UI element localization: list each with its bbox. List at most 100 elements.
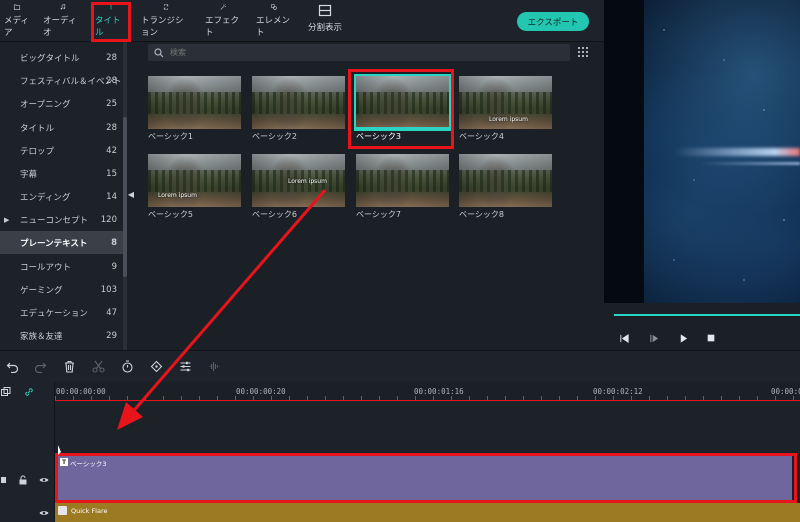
category-item-big-title[interactable]: ビッグタイトル 28 xyxy=(0,46,124,69)
ruler-label: 00:00:02:12 xyxy=(593,387,643,396)
category-label: オープニング xyxy=(20,99,71,110)
tool-media-label: メディア xyxy=(4,16,29,38)
category-item-title[interactable]: タイトル 28 xyxy=(0,116,124,139)
add-track-icon[interactable] xyxy=(0,386,11,397)
lock-icon[interactable] xyxy=(17,474,28,485)
title-thumbnail[interactable] xyxy=(252,76,345,129)
title-thumbnail[interactable]: Lorem ipsum xyxy=(252,154,345,207)
preview-progress-bar[interactable] xyxy=(614,314,800,316)
category-item-family-friends[interactable]: 家族＆友達 29 xyxy=(0,324,124,347)
effect-clip[interactable] xyxy=(55,503,800,522)
tool-transitions[interactable]: トランジション xyxy=(141,4,191,38)
title-thumbnail[interactable] xyxy=(356,154,449,207)
music-note-icon xyxy=(60,4,66,10)
delete-icon[interactable] xyxy=(62,359,76,373)
tool-effects[interactable]: エフェクト xyxy=(205,4,241,38)
category-count: 8 xyxy=(111,237,117,248)
title-clip[interactable] xyxy=(58,456,792,500)
category-label: コールアウト xyxy=(20,262,72,273)
grid-view-icon[interactable] xyxy=(578,47,588,57)
thumbnail-overlay-text: Lorem ipsum xyxy=(158,192,197,199)
link-icon[interactable] xyxy=(23,386,34,397)
timer-icon[interactable] xyxy=(120,359,134,373)
title-clip-label: ベーシック3 xyxy=(70,460,107,468)
folder-icon xyxy=(13,4,21,10)
effect-clip-icon xyxy=(58,506,67,515)
title-thumbnail[interactable] xyxy=(459,154,552,207)
category-label: エデュケーション xyxy=(20,308,88,319)
text-t-icon xyxy=(108,4,114,10)
category-count: 47 xyxy=(106,307,117,318)
category-item-festival[interactable]: フェスティバル＆イベント 28 xyxy=(0,69,124,92)
category-label: ビッグタイトル xyxy=(20,53,80,64)
category-label: エンディング xyxy=(20,192,71,203)
category-item-callout[interactable]: コールアウト 9 xyxy=(0,255,124,278)
tool-split-label: 分割表示 xyxy=(307,23,342,33)
track-header-panel xyxy=(0,382,55,522)
undo-icon[interactable] xyxy=(5,359,19,373)
tool-media[interactable]: メディア xyxy=(4,4,30,38)
category-item-ending[interactable]: エンディング 14 xyxy=(0,185,124,208)
category-label: プレーンテキスト xyxy=(20,238,88,249)
category-item-gaming[interactable]: ゲーミング 103 xyxy=(0,278,124,301)
title-thumbnail[interactable] xyxy=(148,76,241,129)
title-thumbnail[interactable]: Lorem ipsum xyxy=(148,154,241,207)
title-thumbnail[interactable]: Lorem ipsum xyxy=(459,76,552,129)
audio-wave-icon[interactable] xyxy=(207,359,221,373)
tool-split-screen[interactable]: 分割表示 xyxy=(306,4,344,38)
search-icon xyxy=(154,47,164,57)
tool-titles[interactable]: タイトル xyxy=(95,4,127,38)
eye-icon[interactable] xyxy=(38,507,49,518)
collapse-panel-icon[interactable]: ◀ xyxy=(126,187,136,201)
empty-track[interactable] xyxy=(55,401,800,451)
preview-viewer xyxy=(604,0,800,303)
export-button[interactable]: エクスポート xyxy=(517,12,589,31)
category-count: 28 xyxy=(106,75,117,86)
search-input[interactable] xyxy=(170,48,550,57)
category-count: 25 xyxy=(106,98,117,109)
category-item-subtitles[interactable]: 字幕 15 xyxy=(0,162,124,185)
ruler-label: 00:00:00:20 xyxy=(236,387,286,396)
title-thumbnail-selected[interactable] xyxy=(354,74,451,131)
category-item-telop[interactable]: テロップ 42 xyxy=(0,139,124,162)
tool-elements-label: エレメント xyxy=(256,16,291,38)
category-count: 120 xyxy=(100,214,117,225)
tool-audio-label: オーディオ xyxy=(43,16,77,38)
category-count: 28 xyxy=(106,52,117,63)
thumbnail-label: ベーシック8 xyxy=(459,210,504,219)
stop-icon[interactable] xyxy=(705,332,717,344)
category-label: ゲーミング xyxy=(20,285,63,296)
elements-icon xyxy=(271,4,277,10)
transition-icon xyxy=(163,4,169,10)
play-icon[interactable] xyxy=(677,332,689,344)
category-item-plain-text[interactable]: プレーンテキスト 8 xyxy=(0,231,124,254)
tool-audio[interactable]: オーディオ xyxy=(43,4,83,38)
tool-titles-label: タイトル xyxy=(95,16,121,38)
category-item-new-concept[interactable]: ▶ ニューコンセプト 120 xyxy=(0,208,124,231)
category-count: 9 xyxy=(111,261,117,272)
step-back-icon[interactable] xyxy=(618,332,630,344)
text-t-icon: T xyxy=(60,458,68,466)
category-item-opening[interactable]: オープニング 25 xyxy=(0,92,124,115)
category-panel: ビッグタイトル 28 フェスティバル＆イベント 28 オープニング 25 タイトル 28… xyxy=(0,42,124,350)
expand-arrow-icon[interactable]: ▶ xyxy=(4,216,9,224)
thumbnail-label: ベーシック2 xyxy=(252,132,297,141)
search-bar[interactable] xyxy=(148,44,570,61)
category-item-education[interactable]: エデュケーション 47 xyxy=(0,301,124,324)
adjust-icon[interactable] xyxy=(178,359,192,373)
redo-icon[interactable] xyxy=(33,359,47,373)
tool-elements[interactable]: エレメント xyxy=(256,4,292,38)
ruler-label: 00:00:01:16 xyxy=(414,387,464,396)
scissors-icon[interactable] xyxy=(91,359,105,373)
thumbnail-label: ベーシック6 xyxy=(252,210,297,219)
selection-bar xyxy=(356,127,449,129)
category-count: 15 xyxy=(106,168,117,179)
thumbnail-label: ベーシック3 xyxy=(356,132,401,141)
eye-icon[interactable] xyxy=(38,474,49,485)
category-count: 103 xyxy=(100,284,117,295)
thumbnail-label: ベーシック4 xyxy=(459,132,504,141)
category-label: ニューコンセプト xyxy=(20,215,89,226)
keyframe-icon[interactable] xyxy=(149,359,163,373)
play-slow-icon[interactable] xyxy=(648,332,660,344)
track-type-icon xyxy=(0,474,11,485)
